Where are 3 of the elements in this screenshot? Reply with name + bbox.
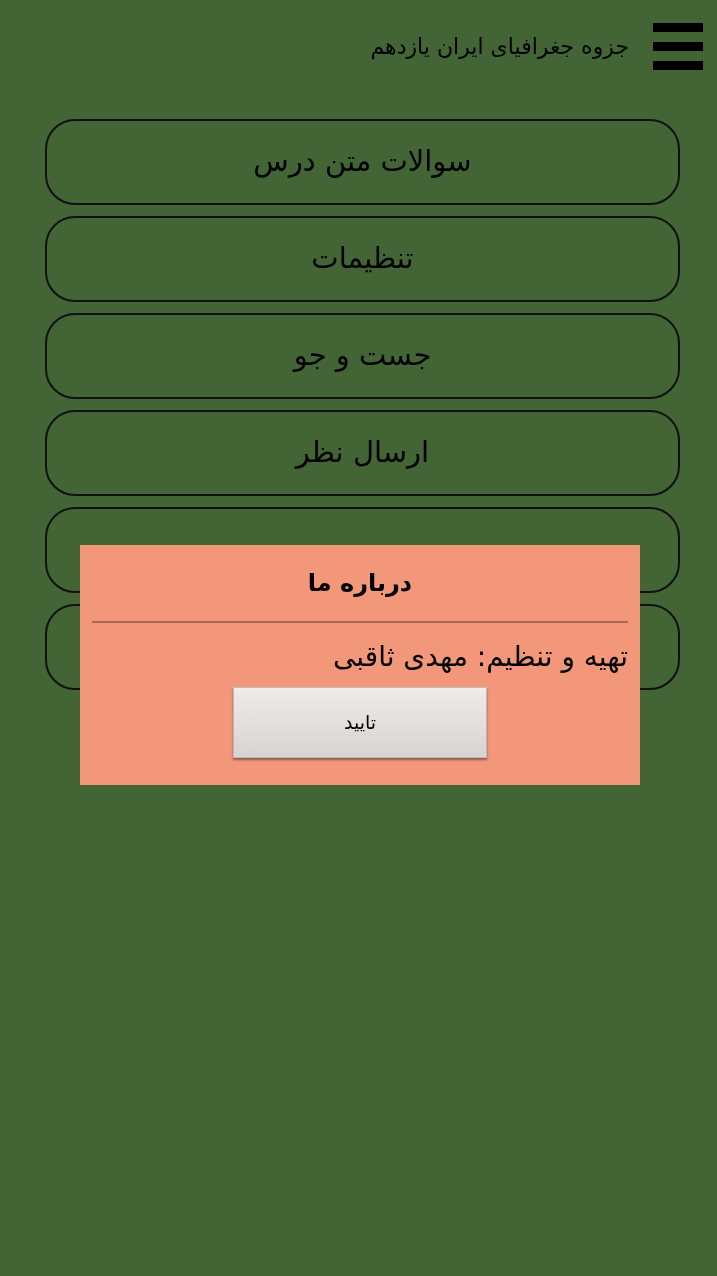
app-title: جزوه جغرافیای ایران یازدهم bbox=[370, 32, 629, 62]
dialog-title: درباره ما bbox=[307, 568, 413, 599]
dialog-message: تهیه و تنظیم: مهدی ثاقبی bbox=[332, 639, 628, 675]
